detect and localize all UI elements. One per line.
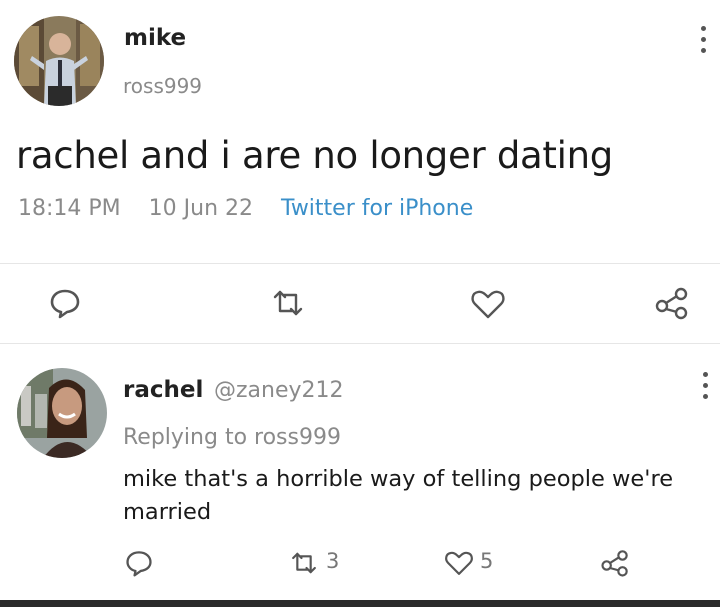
retweet-icon[interactable] xyxy=(289,549,319,577)
tweet-text: rachel and i are no longer dating xyxy=(16,134,613,177)
mike-avatar[interactable] xyxy=(14,16,104,106)
tweet-timestamp: 18:14 PM 10 Jun 22 Twitter for iPhone xyxy=(18,196,473,221)
heart-icon[interactable] xyxy=(470,288,506,320)
tweet-source[interactable]: Twitter for iPhone xyxy=(281,196,473,221)
replying-to[interactable]: Replying to ross999 xyxy=(123,425,341,450)
reply-author-name[interactable]: rachel xyxy=(123,377,203,403)
tweet-time: 18:14 PM xyxy=(18,196,121,221)
share-icon[interactable] xyxy=(600,548,630,578)
retweet-icon[interactable] xyxy=(270,287,306,319)
tweet-date: 10 Jun 22 xyxy=(148,196,254,221)
bottom-edge-bar xyxy=(0,600,720,607)
author-handle[interactable]: ross999 xyxy=(123,74,202,98)
retweet-count: 3 xyxy=(326,549,340,573)
share-icon[interactable] xyxy=(654,286,690,320)
reply-text-line2: married xyxy=(123,499,212,525)
heart-icon[interactable] xyxy=(444,549,474,577)
reply-text-line1: mike that's a horrible way of telling pe… xyxy=(123,466,674,492)
divider xyxy=(0,343,720,344)
comment-icon[interactable] xyxy=(48,286,82,320)
more-vertical-icon[interactable] xyxy=(699,26,707,53)
more-vertical-icon[interactable] xyxy=(701,372,709,399)
rachel-avatar[interactable] xyxy=(17,368,107,458)
divider xyxy=(0,263,720,264)
author-name[interactable]: mike xyxy=(124,25,186,51)
reply-author-handle[interactable]: @zaney212 xyxy=(214,378,344,403)
like-count: 5 xyxy=(480,549,494,573)
comment-icon[interactable] xyxy=(124,548,154,578)
